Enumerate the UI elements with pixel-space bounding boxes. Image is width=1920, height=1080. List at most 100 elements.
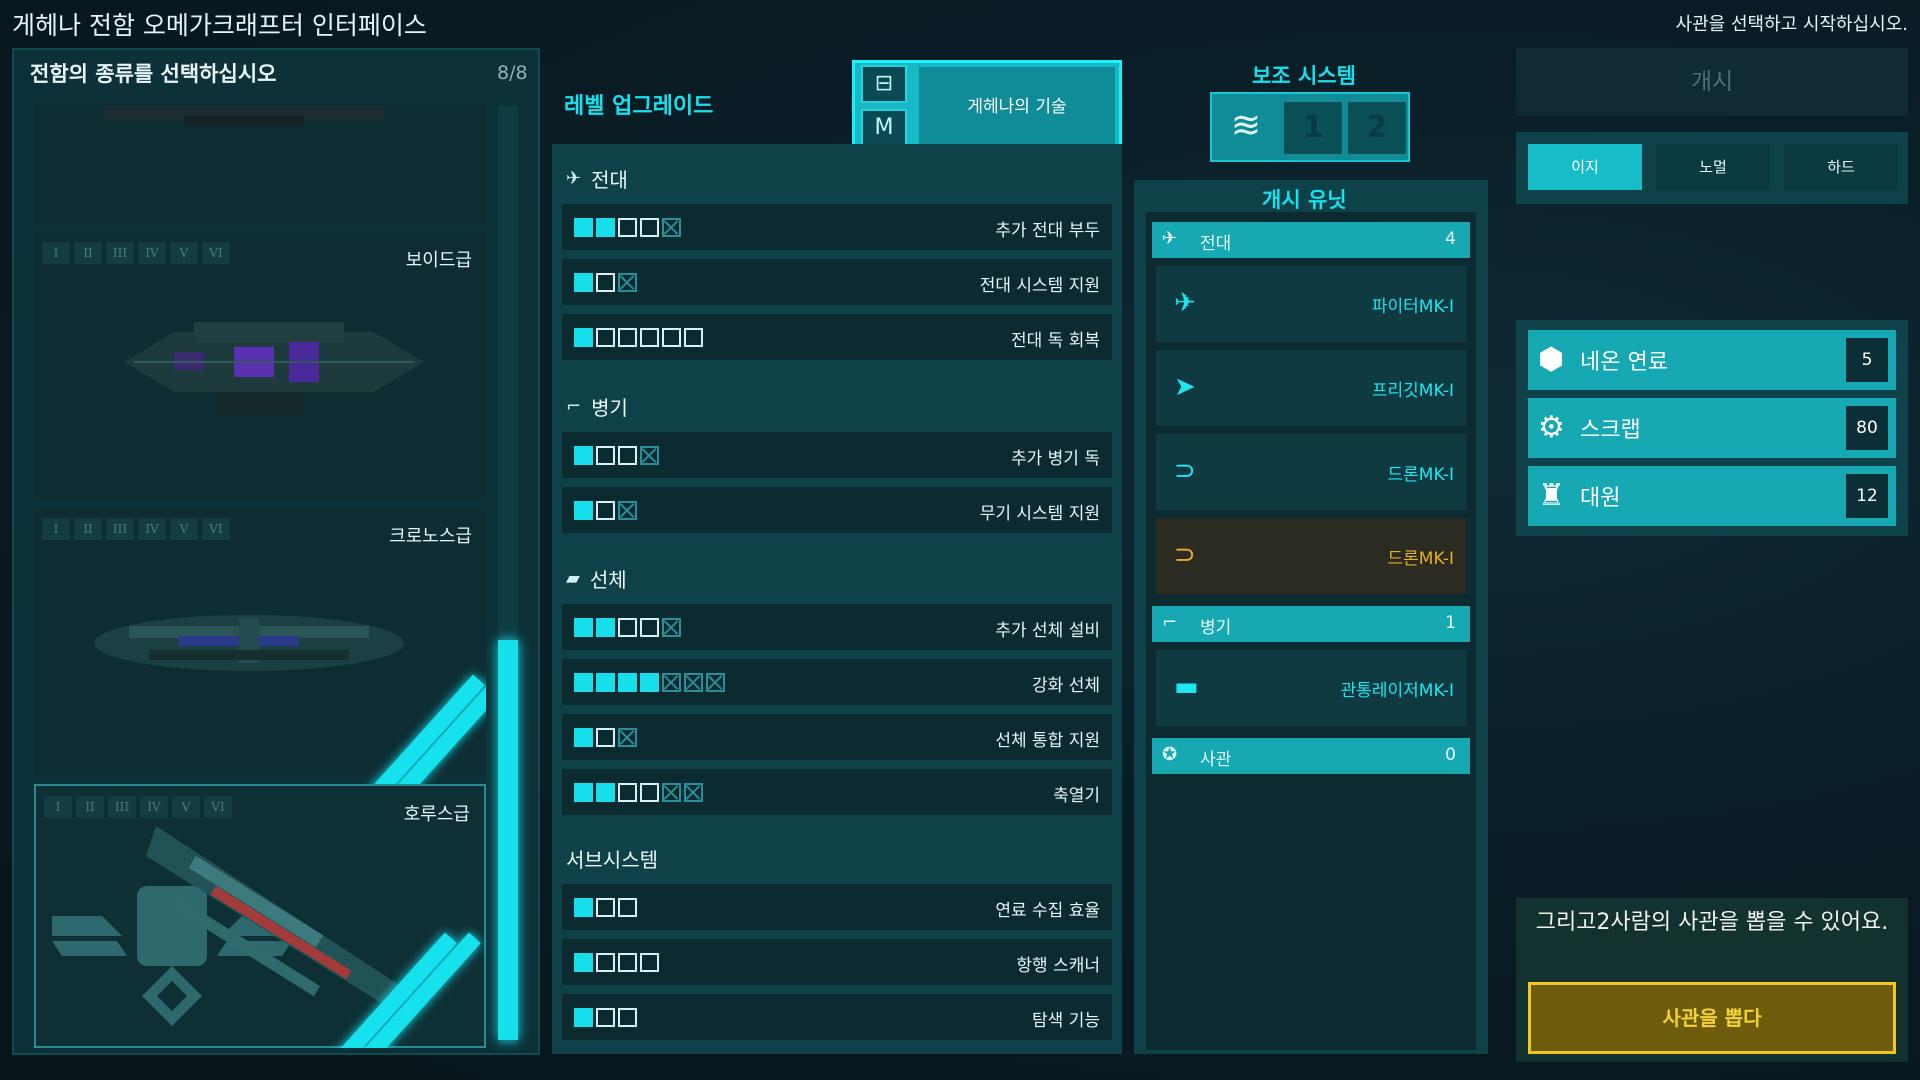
section-title: 전대 [591,168,628,192]
ship-card-horus[interactable]: I II III IV V VI 호루스급 [34,784,486,1048]
unit-item[interactable]: ➤ 프리깃MK-I [1156,350,1466,426]
ship-list[interactable]: I II III IV V VI 보이드급 I II III IV V VI 크… [34,104,486,1048]
upgrade-section-1: ⌐ 병기 [566,392,628,421]
section-title: 병기 [591,396,628,420]
upgrade-row[interactable]: 연료 수집 효율 [562,884,1112,930]
upgrade-row[interactable]: 축열기 [562,769,1112,815]
aux-slot[interactable]: 2 [1348,102,1406,154]
upgrade-row[interactable]: 항행 스캐너 [562,939,1112,985]
tech-label[interactable]: 게헤나의 기술 [919,67,1115,148]
aux-slot[interactable]: 1 [1284,102,1342,154]
upgrade-label: 전대 시스템 지원 [979,276,1100,296]
weapon-icon: ⌐ [1162,612,1178,633]
category-name: 사관 [1200,750,1232,770]
level-box-filled [574,673,593,692]
upgrade-level-boxes[interactable] [574,673,725,692]
unit-category-fleet: ✈ 전대 4 [1152,222,1470,258]
upgrade-row[interactable]: 전대 독 회복 [562,314,1112,360]
upgrade-row[interactable]: 강화 선체 [562,659,1112,705]
level-box-filled [574,783,593,802]
tier-badge: I [42,518,70,540]
upgrade-panel: ✈ 전대추가 전대 부두전대 시스템 지원전대 독 회복 ⌐ 병기추가 병기 독무기 … [552,144,1122,1054]
level-box-filled [596,218,615,237]
upgrade-row[interactable]: 추가 병기 독 [562,432,1112,478]
level-box-empty [596,728,615,747]
unit-item[interactable]: ▬ 관통레이저MK-I [1156,650,1466,726]
scrap-gear-icon: ⚙ [1538,410,1565,445]
level-box-locked [662,783,681,802]
upgrade-label: 탐색 기능 [1032,1011,1100,1031]
aux-system-title: 보조 시스템 [1252,64,1356,88]
tier-badge: III [108,796,136,818]
upgrade-level-boxes[interactable] [574,273,637,292]
upgrade-level-boxes[interactable] [574,218,681,237]
category-count: 4 [1445,229,1456,249]
tech-module-icon[interactable]: ⊟ [861,65,907,103]
difficulty-normal[interactable]: 노멀 [1656,144,1770,190]
upgrade-row[interactable]: 탐색 기능 [562,994,1112,1040]
level-box-empty [596,501,615,520]
difficulty-easy[interactable]: 이지 [1528,144,1642,190]
level-box-locked [618,728,637,747]
tier-badge: V [170,518,198,540]
gehenna-tech-box[interactable]: ⊟ M 게헤나의 기술 [852,60,1122,155]
ship-card-chronos[interactable]: I II III IV V VI 크로노스급 [34,508,486,812]
unit-item[interactable]: ✈ 파이터MK-I [1156,266,1466,342]
tier-badge: IV [138,242,166,264]
level-box-filled [574,446,593,465]
upgrade-row[interactable]: 전대 시스템 지원 [562,259,1112,305]
resource-value: 12 [1846,474,1888,518]
hull-icon: ▰ [566,568,580,589]
upgrade-label: 추가 선체 설비 [995,621,1100,641]
scrollbar-thumb[interactable] [498,640,518,1040]
ship-card-void[interactable]: I II III IV V VI 보이드급 [34,232,486,500]
upgrade-level-boxes[interactable] [574,446,659,465]
upgrade-level-boxes[interactable] [574,783,703,802]
ship-card-partial[interactable] [34,104,486,224]
upgrade-label: 무기 시스템 지원 [979,504,1100,524]
upgrade-level-boxes[interactable] [574,728,637,747]
upgrade-level-boxes[interactable] [574,898,637,917]
unit-category-weapon: ⌐ 병기 1 [1152,606,1470,642]
crew-icon: ♜ [1538,478,1565,513]
upgrade-level-boxes[interactable] [574,501,637,520]
fleet-icon: ✈ [1162,228,1178,249]
upgrade-level-boxes[interactable] [574,1008,637,1027]
layers-icon[interactable]: ≋ [1218,100,1274,154]
level-upgrade-title: 레벨 업그레이드 [564,94,714,119]
unit-item[interactable]: ⊃ 드론MK-I [1156,434,1466,510]
upgrade-level-boxes[interactable] [574,328,703,347]
fleet-icon: ✈ [566,168,582,189]
drone-icon: ⊃ [1174,456,1196,486]
level-box-empty [596,328,615,347]
upgrade-label: 연료 수집 효율 [995,901,1100,921]
level-box-empty [618,446,637,465]
upgrade-row[interactable]: 선체 통합 지원 [562,714,1112,760]
difficulty-hard[interactable]: 하드 [1784,144,1898,190]
section-title: 선체 [589,568,627,592]
upgrade-section-3: 서브시스템 [566,844,658,873]
start-button[interactable]: 개시 [1516,48,1908,116]
upgrade-label: 강화 선체 [1032,676,1100,696]
level-box-filled [640,673,659,692]
void-ship-icon [124,322,424,417]
upgrade-label: 추가 전대 부두 [995,221,1100,241]
resource-value: 80 [1846,406,1888,450]
level-box-empty [662,328,681,347]
level-box-filled [574,1008,593,1027]
tech-m-icon[interactable]: M [861,109,907,147]
draft-message: 그리고2사람의 사관을 뽑을 수 있어요. [1535,910,1889,935]
upgrade-row[interactable]: 추가 선체 설비 [562,604,1112,650]
unit-item-warning[interactable]: ⊃ 드론MK-I [1156,518,1466,594]
upgrade-level-boxes[interactable] [574,618,681,637]
draft-officer-button[interactable]: 사관을 뽑다 [1528,982,1896,1054]
upgrade-row[interactable]: 무기 시스템 지원 [562,487,1112,533]
level-box-empty [618,953,637,972]
upgrade-level-boxes[interactable] [574,953,659,972]
tier-badge: III [106,242,134,264]
tier-badge: II [74,242,102,264]
level-box-filled [574,218,593,237]
upgrade-row[interactable]: 추가 전대 부두 [562,204,1112,250]
starting-units-title: 개시 유닛 [1262,188,1347,212]
ship-name: 크로노스급 [389,526,472,547]
